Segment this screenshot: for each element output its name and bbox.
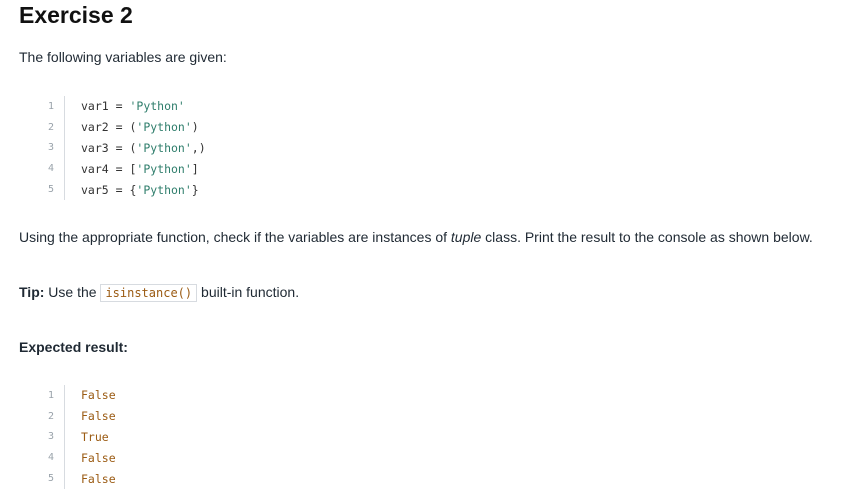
line-number: 5 <box>40 468 65 489</box>
output-line: 4 False <box>40 447 116 469</box>
tip-text: Tip: Use the isinstance() built-in funct… <box>19 284 300 302</box>
line-number: 2 <box>40 405 65 427</box>
line-number: 1 <box>40 96 65 117</box>
code-line: 3 var3 = ('Python',) <box>40 137 206 159</box>
output-line: 3 True <box>40 426 116 448</box>
inline-code: isinstance() <box>100 284 198 302</box>
tip-label: Tip: <box>19 284 45 300</box>
code-text: var1 = 'Python' <box>81 99 185 114</box>
line-number: 5 <box>40 179 65 200</box>
line-number: 4 <box>40 447 65 469</box>
line-number: 1 <box>40 385 65 406</box>
output-text: False <box>81 450 116 465</box>
code-line: 2 var2 = ('Python') <box>40 116 206 138</box>
line-number: 3 <box>40 426 65 448</box>
line-number: 3 <box>40 137 65 159</box>
code-text: var5 = {'Python'} <box>81 182 199 197</box>
line-number: 2 <box>40 116 65 138</box>
code-text: var3 = ('Python',) <box>81 140 206 155</box>
code-text: var2 = ('Python') <box>81 120 199 135</box>
code-line: 5 var5 = {'Python'} <box>40 179 206 200</box>
expected-result-heading: Expected result: <box>19 339 128 355</box>
exercise-title: Exercise 2 <box>19 2 133 28</box>
code-block: 1 var1 = 'Python' 2 var2 = ('Python') 3 … <box>40 96 206 200</box>
code-line: 1 var1 = 'Python' <box>40 96 206 117</box>
output-text: False <box>81 471 116 486</box>
code-line: 4 var4 = ['Python'] <box>40 158 206 180</box>
instruction-text: Using the appropriate function, check if… <box>19 229 813 245</box>
line-number: 4 <box>40 158 65 180</box>
tuple-emphasis: tuple <box>450 229 482 245</box>
intro-text: The following variables are given: <box>19 49 227 65</box>
output-line: 2 False <box>40 405 116 427</box>
output-line: 1 False <box>40 385 116 406</box>
output-text: False <box>81 409 116 424</box>
output-text: False <box>81 388 116 403</box>
output-line: 5 False <box>40 468 116 489</box>
output-text: True <box>81 429 109 444</box>
output-block: 1 False 2 False 3 True 4 False 5 False <box>40 385 116 489</box>
code-text: var4 = ['Python'] <box>81 161 199 176</box>
